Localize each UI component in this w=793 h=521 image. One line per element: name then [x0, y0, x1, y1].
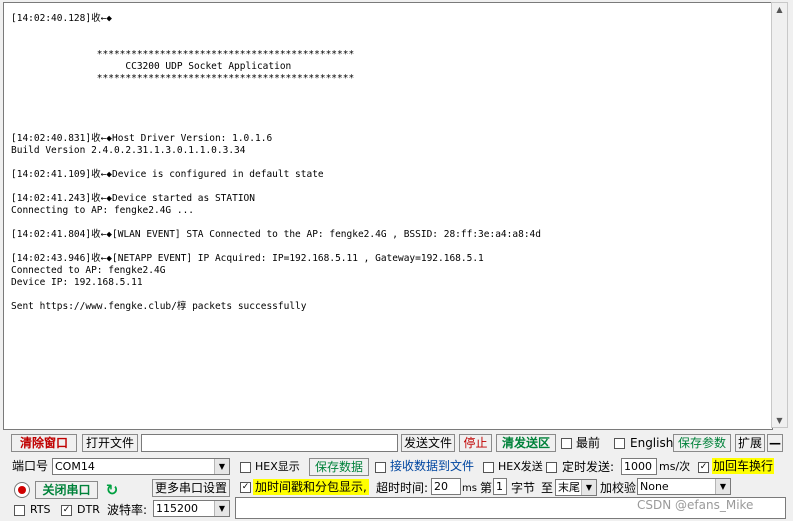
to-label: 至 — [541, 481, 554, 495]
timed-send-label: 定时发送: — [562, 460, 615, 474]
recv-to-file-label: 接收数据到文件 — [390, 459, 475, 473]
checksum-label: 加校验 — [600, 481, 637, 495]
port-select[interactable]: COM14 ▼ — [52, 458, 230, 475]
port-status-icon — [14, 482, 30, 498]
baud-label: 波特率: — [107, 503, 148, 517]
nth-byte-input[interactable]: 1 — [493, 478, 507, 495]
recv-to-file-checkbox[interactable] — [375, 462, 386, 473]
expand-button[interactable]: 扩展 — [735, 434, 765, 452]
open-file-button[interactable]: 打开文件 — [82, 434, 138, 452]
receive-text: [14:02:40.128]收←◆ **********************… — [11, 13, 541, 312]
baud-value: 115200 — [156, 502, 198, 515]
timestamp-label: 加时间戳和分包显示, — [253, 479, 369, 495]
chevron-down-icon[interactable]: ▼ — [715, 479, 730, 494]
file-path-input[interactable] — [141, 434, 398, 452]
baud-select[interactable]: 115200 ▼ — [153, 500, 230, 517]
nth-label: 第 — [480, 481, 493, 495]
dtr-label: DTR — [77, 503, 100, 516]
save-params-button[interactable]: 保存参数 — [673, 434, 731, 452]
timeout-unit: ms — [462, 483, 477, 494]
port-label: 端口号 — [12, 459, 49, 473]
chevron-down-icon[interactable]: ▼ — [214, 459, 229, 474]
clear-send-area-button[interactable]: 清发送区 — [496, 434, 556, 452]
timestamp-checkbox[interactable]: ✓ — [240, 482, 251, 493]
byte-label: 字节 — [511, 481, 536, 495]
scroll-down-icon[interactable]: ▼ — [774, 415, 785, 426]
checksum-select[interactable]: None ▼ — [637, 478, 731, 495]
checksum-value: None — [640, 480, 669, 493]
english-label: English — [630, 436, 674, 450]
add-crlf-checkbox[interactable]: ✓ — [698, 462, 709, 473]
rts-checkbox[interactable] — [14, 505, 25, 516]
hex-display-label: HEX显示 — [255, 460, 300, 473]
rts-label: RTS — [30, 503, 51, 516]
hex-send-checkbox[interactable] — [483, 462, 494, 473]
watermark: CSDN @efans_Mike — [637, 498, 754, 512]
latest-label: 最前 — [576, 436, 601, 450]
hex-display-checkbox[interactable] — [240, 462, 251, 473]
dtr-checkbox[interactable]: ✓ — [61, 505, 72, 516]
send-file-button[interactable]: 发送文件 — [401, 434, 455, 452]
save-data-button[interactable]: 保存数据 — [309, 458, 369, 476]
timed-send-checkbox[interactable] — [546, 462, 557, 473]
timeout-label: 超时时间: — [376, 481, 429, 495]
terminal-scrollbar[interactable]: ▲ ▼ — [771, 2, 788, 428]
english-checkbox[interactable] — [614, 438, 625, 449]
end-value: 末尾 — [558, 481, 580, 494]
stop-button[interactable]: 停止 — [459, 434, 492, 452]
refresh-icon[interactable]: ↻ — [103, 481, 121, 499]
end-select[interactable]: 末尾 ▼ — [555, 479, 597, 496]
chevron-down-icon[interactable]: ▼ — [214, 501, 229, 516]
close-port-button[interactable]: 关闭串口 — [35, 481, 98, 499]
hex-send-label: HEX发送 — [498, 460, 543, 473]
interval-unit: ms/次 — [659, 460, 691, 473]
collapse-button[interactable]: — — [767, 434, 783, 452]
latest-checkbox[interactable] — [561, 438, 572, 449]
port-value: COM14 — [55, 460, 95, 473]
more-port-settings-button[interactable]: 更多串口设置 — [152, 479, 230, 497]
interval-input[interactable]: 1000 — [621, 458, 657, 475]
chevron-down-icon[interactable]: ▼ — [581, 480, 596, 495]
timeout-input[interactable]: 20 — [431, 478, 461, 495]
add-crlf-label: 加回车换行 — [712, 458, 775, 474]
clear-window-button[interactable]: 清除窗口 — [11, 434, 77, 452]
scroll-up-icon[interactable]: ▲ — [774, 4, 785, 15]
receive-terminal[interactable]: [14:02:40.128]收←◆ **********************… — [3, 2, 773, 430]
